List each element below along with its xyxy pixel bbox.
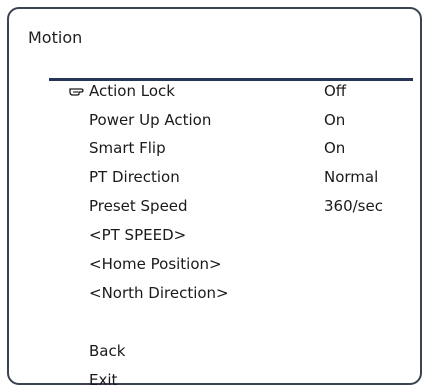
menu-item-value: Normal — [324, 168, 379, 186]
menu-item-power-up-action[interactable]: Power Up Action On — [9, 108, 429, 132]
menu-item-label: Power Up Action — [89, 111, 212, 129]
menu-title: Motion — [28, 28, 83, 47]
menu-item-back[interactable]: Back — [9, 339, 429, 363]
menu-item-label: <PT SPEED> — [89, 226, 187, 244]
menu-item-smart-flip[interactable]: Smart Flip On — [9, 136, 429, 160]
menu-item-value: On — [324, 139, 346, 157]
menu-item-value: Off — [324, 82, 347, 100]
menu-item-label: <North Direction> — [89, 284, 229, 302]
menu-item-preset-speed[interactable]: Preset Speed 360/sec — [9, 194, 429, 218]
menu-item-label: PT Direction — [89, 168, 180, 186]
pointing-hand-icon — [69, 79, 87, 103]
menu-item-label: Back — [89, 342, 126, 360]
menu-item-value: 360/sec — [324, 197, 383, 215]
menu-item-pt-direction[interactable]: PT Direction Normal — [9, 165, 429, 189]
menu-item-label: Exit — [89, 371, 118, 389]
menu-item-pt-speed[interactable]: <PT SPEED> — [9, 223, 429, 247]
menu-item-label: Smart Flip — [89, 139, 166, 157]
menu-item-home-position[interactable]: <Home Position> — [9, 252, 429, 276]
menu-item-label: <Home Position> — [89, 255, 222, 273]
menu-item-exit[interactable]: Exit — [9, 368, 429, 392]
menu-item-label: Action Lock — [89, 82, 175, 100]
motion-menu-panel: Motion Action Lock Off Power Up Action O… — [7, 7, 422, 389]
menu-item-value: On — [324, 111, 346, 129]
menu-item-action-lock[interactable]: Action Lock Off — [9, 79, 429, 103]
menu-item-label: Preset Speed — [89, 197, 188, 215]
menu-item-north-direction[interactable]: <North Direction> — [9, 281, 429, 305]
